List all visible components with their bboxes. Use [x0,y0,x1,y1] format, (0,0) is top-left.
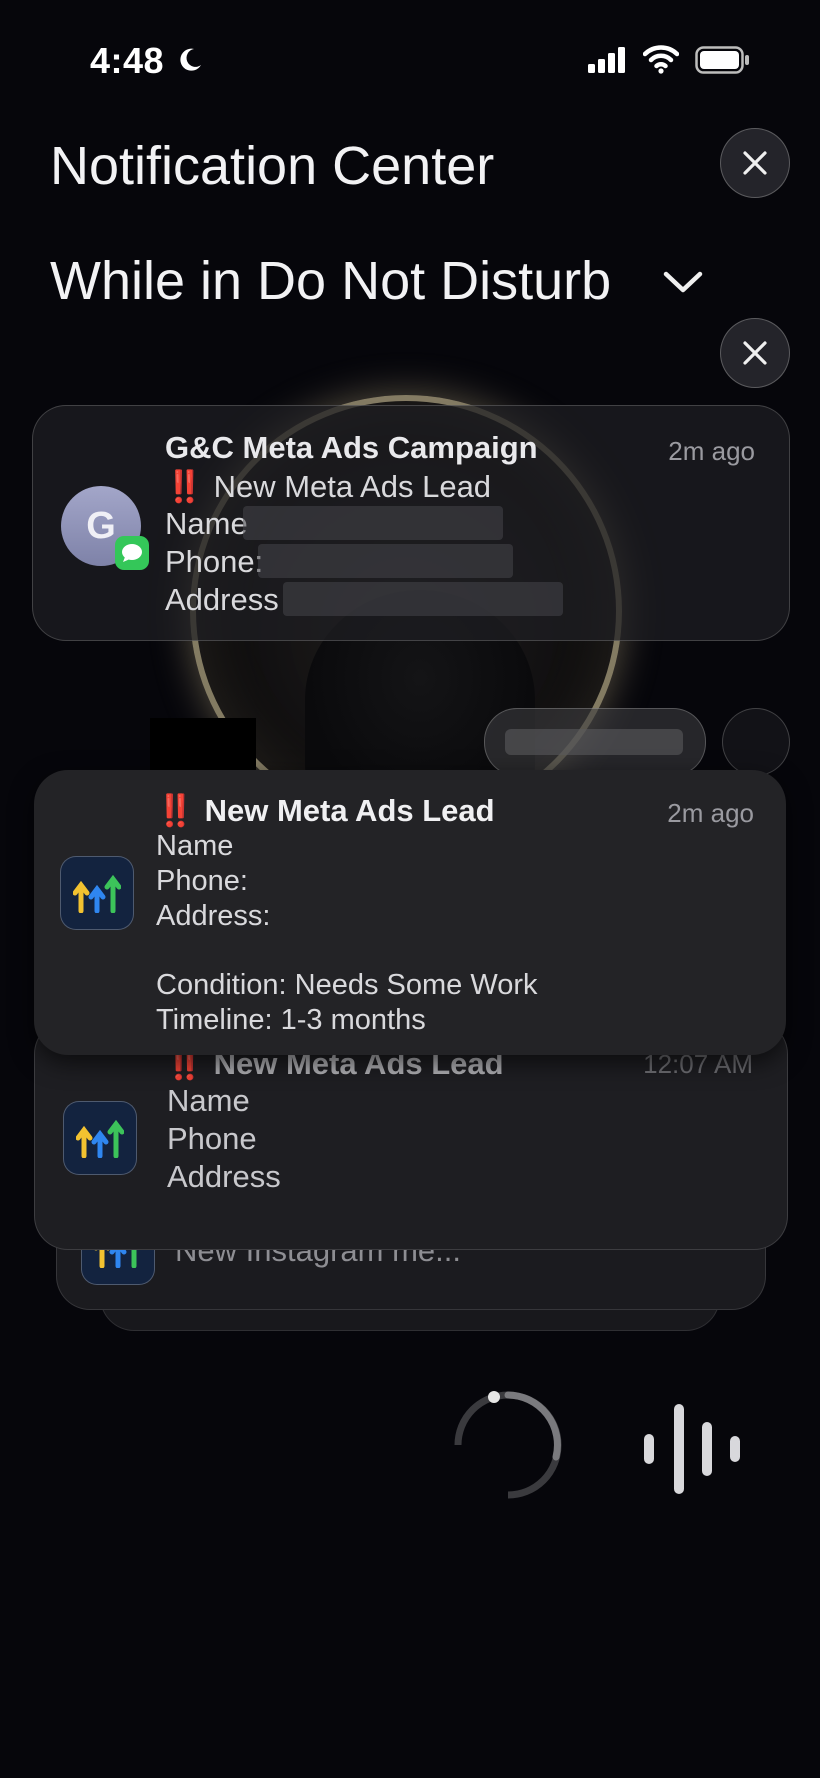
notification-time: 2m ago [667,798,754,828]
lead-phone-line: Phone: [156,865,248,897]
moon-icon [180,48,201,71]
waveform-icon[interactable] [640,1400,746,1496]
notification-title-text: New Meta Ads Lead [204,793,495,828]
redacted-block [150,718,256,774]
lead-name-line: Name [156,830,234,862]
lead-address-line: Address: [156,900,271,932]
page-title: Notification Center [50,136,495,196]
notification-subtitle-text: New Meta Ads Lead [213,469,492,504]
messages-app-icon [115,536,149,570]
redaction-bar [258,544,513,578]
redaction-bar [283,582,563,616]
notification-center-screen: 4:48 Notification Center While in Do Not [0,0,820,1778]
notification-title: ‼️ New Meta Ads Lead [156,792,495,829]
urgent-mark: ‼️ [165,469,204,504]
close-icon [743,341,767,365]
gohighlevel-app-icon [60,856,134,930]
wifi-icon [643,45,679,74]
notification-subtitle: ‼️ New Meta Ads Lead [165,468,491,505]
redaction-bar [243,506,503,540]
lead-timeline-line: Timeline: 1-3 months [156,1004,426,1036]
close-icon [743,151,767,175]
redaction-bar [505,729,683,755]
swipe-clear-button[interactable] [722,708,790,776]
lead-phone-line: Phone: [165,544,264,579]
lead-address-line: Address [165,582,279,617]
lead-address-line: Address [167,1159,281,1194]
lead-phone-line: Phone [167,1121,257,1156]
lead-condition-line: Condition: Needs Some Work [156,969,538,1001]
cellular-signal-icon [588,47,625,73]
section-title[interactable]: While in Do Not Disturb [50,250,611,312]
swipe-options-button[interactable] [484,708,706,776]
loading-spinner-icon [448,1391,562,1505]
battery-icon [695,46,749,74]
lead-name-line: Name [167,1083,250,1118]
notification-lead-latest[interactable]: ‼️ New Meta Ads Lead 2m ago Name Phone: A… [34,770,786,1055]
notification-title: G&C Meta Ads Campaign [165,430,538,465]
clear-section-button[interactable] [720,318,790,388]
avatar-letter: G [86,504,116,547]
notification-messages[interactable]: G G&C Meta Ads Campaign 2m ago ‼️ New Met… [32,405,790,641]
status-bar: 4:48 [0,0,820,120]
status-time: 4:48 [90,40,165,81]
notification-time: 2m ago [668,436,755,466]
urgent-mark: ‼️ [156,793,195,828]
close-notification-center-button[interactable] [720,128,790,198]
lead-name-line: Name [165,506,248,541]
gohighlevel-app-icon [63,1101,137,1175]
chevron-down-icon[interactable] [662,268,704,296]
